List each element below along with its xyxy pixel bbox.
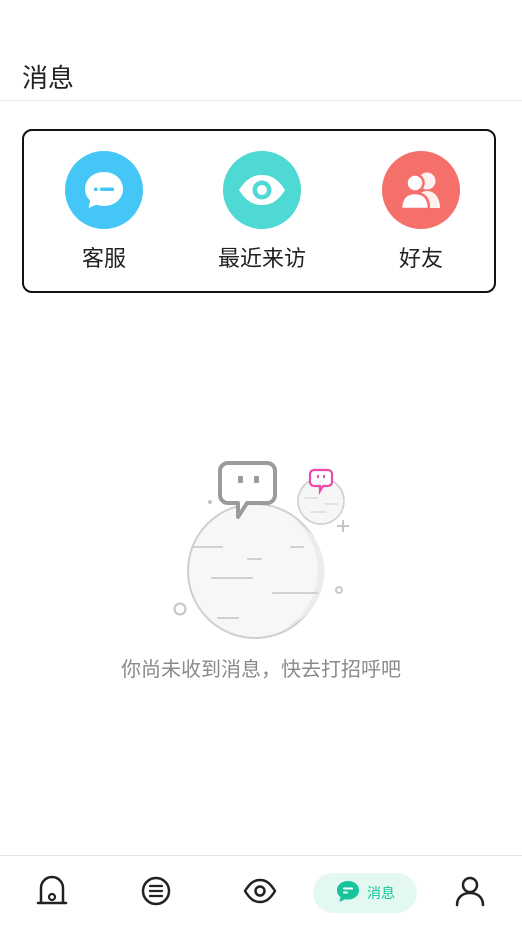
- quick-actions-card: 客服 最近来访 好友: [22, 129, 496, 293]
- eye-icon: [223, 151, 301, 229]
- message-icon: [335, 879, 361, 907]
- nav-home[interactable]: [0, 856, 104, 929]
- empty-state-text: 你尚未收到消息，快去打招呼吧: [121, 657, 401, 681]
- quick-action-customer-service[interactable]: 客服: [34, 151, 174, 281]
- home-icon: [36, 875, 68, 911]
- profile-icon: [454, 875, 486, 911]
- nav-messages[interactable]: 消息: [313, 873, 417, 913]
- quick-action-label: 好友: [398, 247, 443, 272]
- planet-chat-bubble-illustration: [170, 458, 355, 648]
- page-title: 消息: [22, 64, 75, 94]
- quick-action-label: 最近来访: [217, 247, 306, 272]
- customer-service-chat-icon: [65, 151, 143, 229]
- friends-icon: [382, 151, 460, 229]
- page-header: 消息: [0, 0, 522, 101]
- bottom-navigation: 消息: [0, 855, 522, 929]
- nav-visitors[interactable]: [208, 856, 312, 929]
- nav-list[interactable]: [104, 856, 208, 929]
- quick-action-recent-visitors[interactable]: 最近来访: [192, 151, 332, 281]
- nav-messages-label: 消息: [367, 886, 395, 902]
- nav-profile[interactable]: [418, 856, 522, 929]
- eye-icon: [243, 878, 277, 908]
- list-icon: [140, 875, 172, 911]
- quick-action-friends[interactable]: 好友: [351, 151, 491, 281]
- quick-action-label: 客服: [81, 247, 126, 272]
